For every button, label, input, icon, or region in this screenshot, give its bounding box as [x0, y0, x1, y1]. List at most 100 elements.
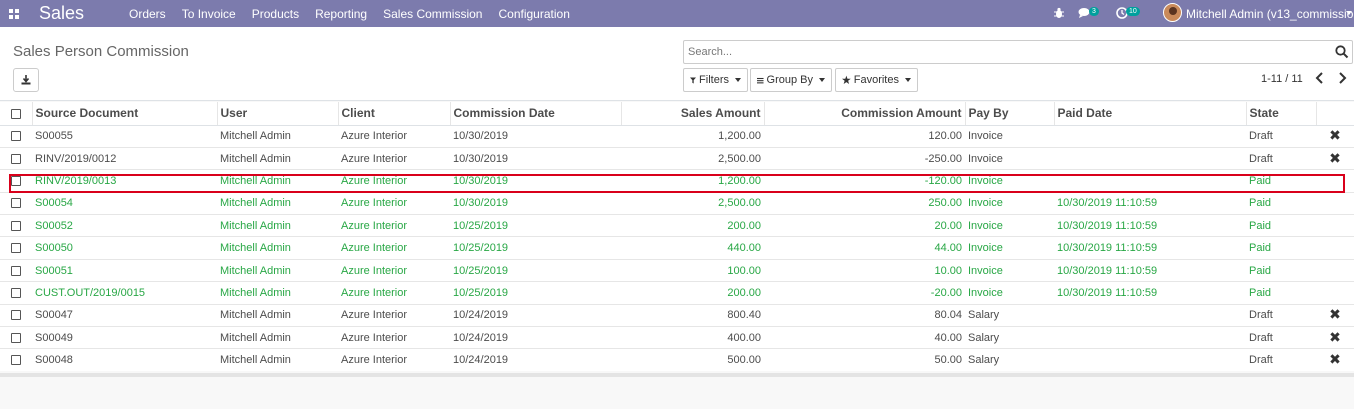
table-row[interactable]: S00047 Mitchell Admin Azure Interior 10/24/…	[0, 303, 1354, 327]
apps-icon[interactable]	[9, 9, 19, 19]
cell-paid-date: 10/30/2019 11:10:59	[1054, 236, 1246, 260]
row-checkbox[interactable]	[0, 169, 32, 193]
table-row[interactable]: RINV/2019/0012 Mitchell Admin Azure Interi…	[0, 146, 1354, 170]
cell-source-document: S00047	[32, 303, 217, 327]
search-icon[interactable]	[1335, 45, 1349, 59]
filter-icon	[690, 76, 697, 84]
row-checkbox[interactable]	[0, 124, 32, 148]
menu-item-configuration[interactable]: Configuration	[498, 7, 569, 21]
chevron-left-icon[interactable]	[1315, 72, 1325, 84]
column-header-state[interactable]: State	[1246, 102, 1317, 126]
chevron-down-icon	[905, 78, 911, 82]
row-checkbox[interactable]	[0, 348, 32, 372]
search-input[interactable]	[688, 44, 1318, 60]
avatar[interactable]	[1163, 3, 1182, 22]
user-menu[interactable]: Mitchell Admin (v13_commission)	[1186, 7, 1354, 21]
menu-item-orders[interactable]: Orders	[129, 7, 166, 21]
cell-source-document: S00052	[32, 214, 217, 237]
table-row[interactable]: S00051 Mitchell Admin Azure Interior 10/25/…	[0, 258, 1354, 282]
delete-icon[interactable]: ✖	[1329, 307, 1341, 321]
cell-pay-by: Invoice	[965, 281, 1054, 305]
chevron-down-icon	[819, 78, 825, 82]
chevron-down-icon[interactable]	[1346, 11, 1352, 15]
cell-paid-date	[1054, 124, 1246, 148]
cell-paid-date	[1054, 169, 1246, 193]
column-header-pay-by[interactable]: Pay By	[965, 102, 1055, 126]
cell-commission-amount: -120.00	[764, 169, 965, 193]
cell-commission-amount: 20.00	[764, 214, 965, 237]
row-checkbox[interactable]	[0, 258, 32, 282]
column-header-client[interactable]: Client	[338, 102, 451, 126]
cell-user: Mitchell Admin	[217, 169, 338, 193]
row-checkbox[interactable]	[0, 303, 32, 327]
horizontal-scrollbar[interactable]	[0, 373, 1354, 377]
favorites-button[interactable]: Favorites	[835, 68, 918, 92]
column-header-commission-amount[interactable]: Commission Amount	[764, 102, 966, 126]
table-row[interactable]: S00055 Mitchell Admin Azure Interior 10/30/…	[0, 124, 1354, 148]
cell-commission-amount: 50.00	[764, 348, 965, 372]
row-checkbox[interactable]	[0, 146, 32, 170]
cell-state: Paid	[1246, 258, 1316, 282]
table-row[interactable]: S00049 Mitchell Admin Azure Interior 10/24/…	[0, 326, 1354, 349]
cell-commission-amount: 120.00	[764, 124, 965, 148]
table-header: Source Document User Client Commission D…	[0, 102, 1354, 126]
download-button[interactable]	[13, 68, 39, 92]
cell-source-document: S00051	[32, 258, 217, 282]
cell-source-document: S00050	[32, 236, 217, 260]
table-row[interactable]: S00050 Mitchell Admin Azure Interior 10/25/…	[0, 236, 1354, 260]
row-actions: ✖	[1316, 146, 1354, 170]
cell-client: Azure Interior	[338, 236, 450, 260]
row-checkbox[interactable]	[0, 326, 32, 349]
row-checkbox[interactable]	[0, 281, 32, 305]
delete-icon[interactable]: ✖	[1329, 128, 1341, 142]
row-checkbox[interactable]	[0, 236, 32, 260]
menu-item-sales-commission[interactable]: Sales Commission	[383, 7, 482, 21]
column-header-user[interactable]: User	[217, 102, 339, 126]
menu-item-to-invoice[interactable]: To Invoice	[182, 7, 236, 21]
cell-pay-by: Salary	[965, 326, 1054, 349]
activities-badge: 10	[1126, 7, 1140, 16]
cell-commission-amount: 250.00	[764, 191, 965, 215]
delete-icon[interactable]: ✖	[1329, 151, 1341, 165]
column-header-sales-amount[interactable]: Sales Amount	[621, 102, 765, 126]
delete-icon[interactable]: ✖	[1329, 330, 1341, 344]
cell-user: Mitchell Admin	[217, 303, 338, 327]
menu-item-products[interactable]: Products	[252, 7, 299, 21]
column-header-commission-date[interactable]: Commission Date	[450, 102, 622, 126]
cell-commission-amount: 10.00	[764, 258, 965, 282]
cell-user: Mitchell Admin	[217, 258, 338, 282]
column-header-source-document[interactable]: Source Document	[32, 102, 218, 126]
chevron-down-icon	[735, 78, 741, 82]
chevron-right-icon[interactable]	[1337, 72, 1347, 84]
pager-value[interactable]: 1-11 / 11	[1261, 73, 1303, 85]
cell-commission-date: 10/24/2019	[450, 326, 621, 349]
select-all-checkbox[interactable]	[0, 102, 33, 126]
table-row[interactable]: RINV/2019/0013 Mitchell Admin Azure Interi…	[0, 169, 1354, 193]
table-row[interactable]: S00048 Mitchell Admin Azure Interior 10/24/…	[0, 348, 1354, 372]
table-row[interactable]: S00054 Mitchell Admin Azure Interior 10/30/…	[0, 191, 1354, 215]
delete-icon[interactable]: ✖	[1329, 352, 1341, 366]
cell-sales-amount: 2,500.00	[621, 146, 764, 170]
group-by-button[interactable]: Group By	[750, 68, 832, 92]
bug-icon[interactable]	[1053, 7, 1065, 19]
cell-client: Azure Interior	[338, 348, 450, 372]
cell-state: Draft	[1246, 146, 1316, 170]
table-row[interactable]: S00052 Mitchell Admin Azure Interior 10/25/…	[0, 214, 1354, 237]
cell-commission-date: 10/24/2019	[450, 348, 621, 372]
menu-item-reporting[interactable]: Reporting	[315, 7, 367, 21]
row-actions: ✖	[1316, 303, 1354, 327]
row-actions: ✖	[1316, 348, 1354, 372]
filters-button[interactable]: Filters	[683, 68, 748, 92]
cell-source-document: S00054	[32, 191, 217, 215]
column-header-paid-date[interactable]: Paid Date	[1054, 102, 1247, 126]
row-checkbox[interactable]	[0, 191, 32, 215]
cell-source-document: RINV/2019/0012	[32, 146, 217, 170]
app-brand[interactable]: Sales	[39, 3, 84, 24]
row-checkbox[interactable]	[0, 214, 32, 237]
row-actions	[1316, 281, 1354, 305]
cell-commission-amount: -250.00	[764, 146, 965, 170]
table-row[interactable]: CUST.OUT/2019/0015 Mitchell Admin Azure In…	[0, 281, 1354, 305]
cell-sales-amount: 2,500.00	[621, 191, 764, 215]
cell-client: Azure Interior	[338, 326, 450, 349]
cell-commission-date: 10/30/2019	[450, 146, 621, 170]
